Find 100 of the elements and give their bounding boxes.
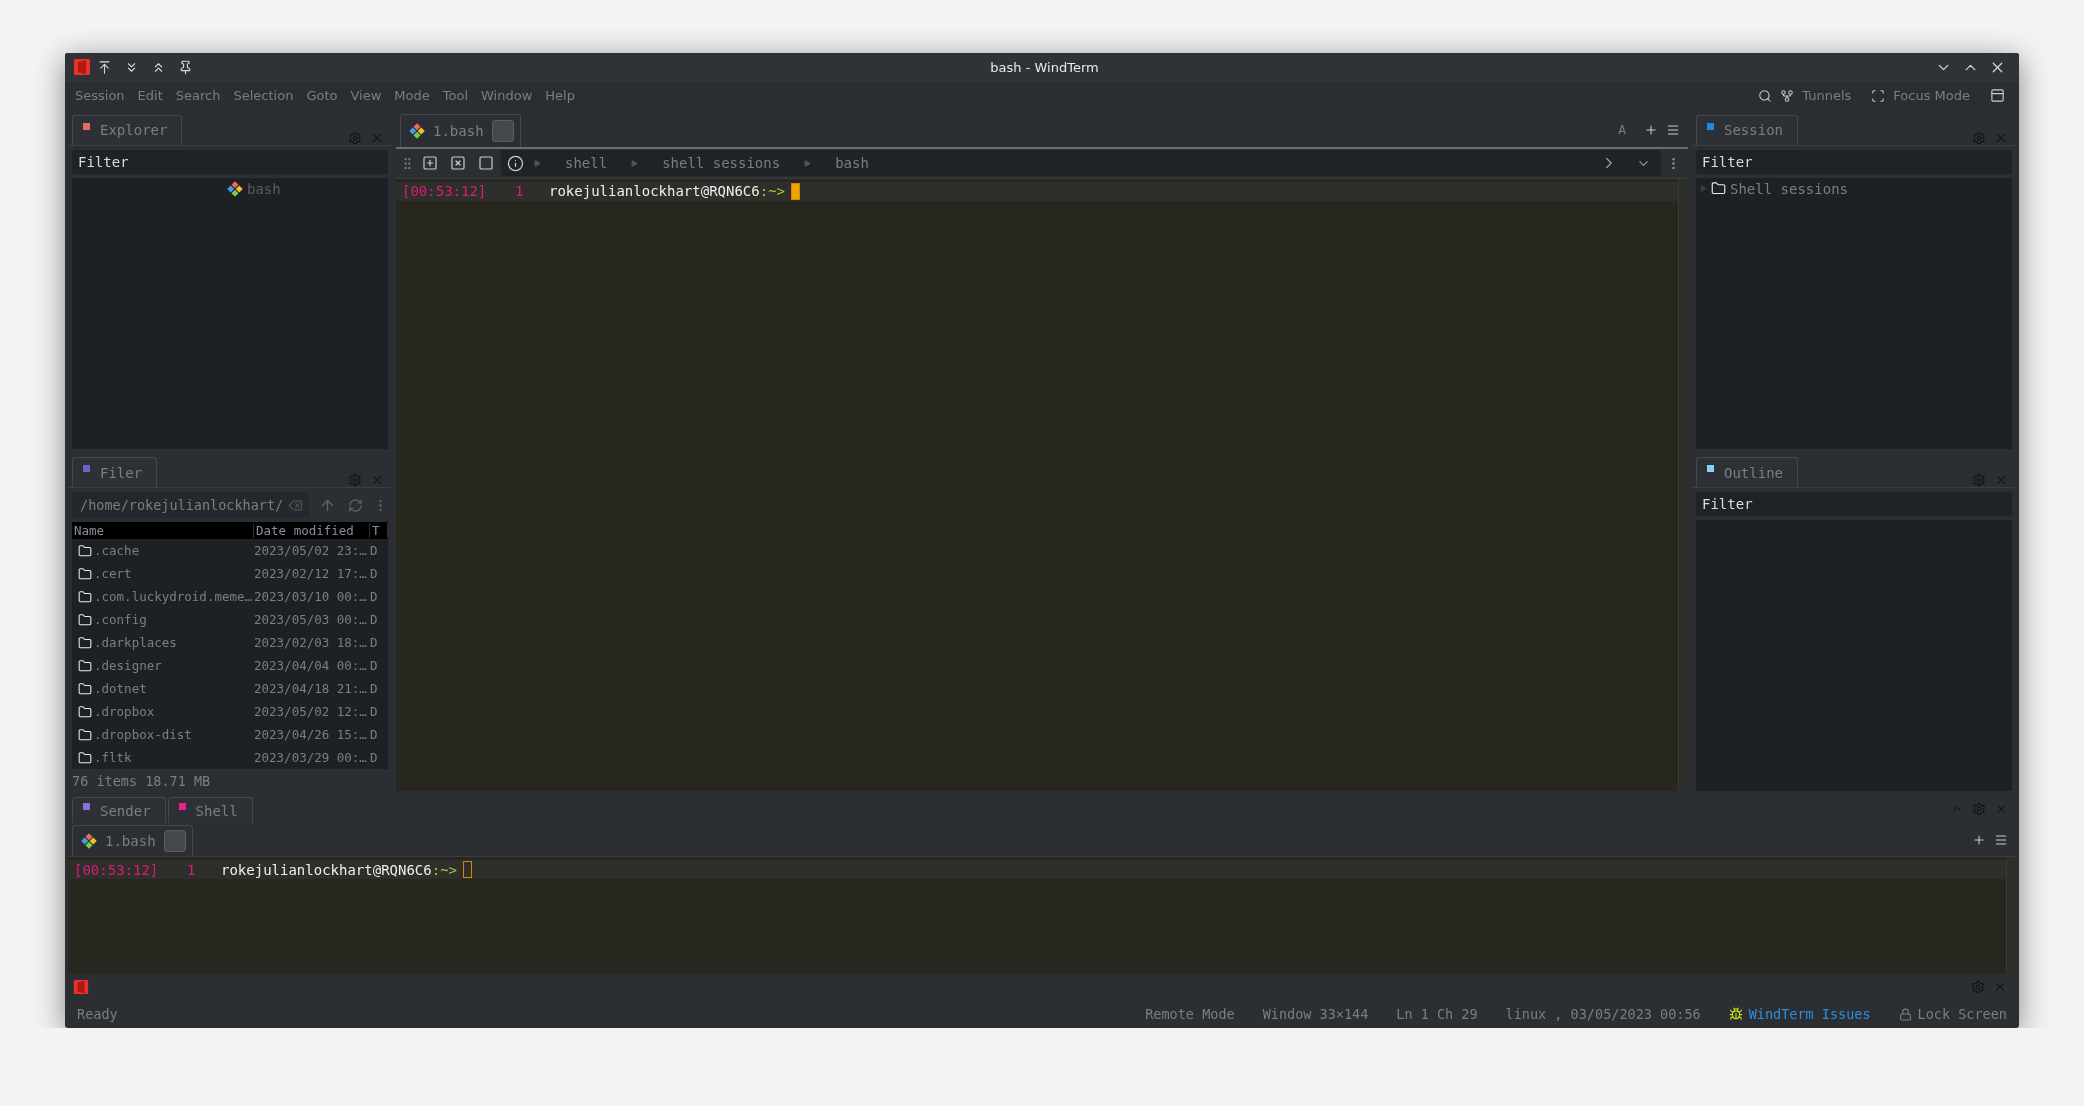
terminal-tab[interactable]: 1.bash <box>72 825 193 857</box>
folder-icon <box>78 727 92 742</box>
type-cell-text: D <box>370 635 379 651</box>
add-icon[interactable] <box>1972 832 1986 847</box>
focus-icon[interactable] <box>1871 88 1886 103</box>
menu-item[interactable]: Help <box>545 88 575 104</box>
close-tab-icon[interactable] <box>450 155 466 172</box>
clear-icon[interactable] <box>288 497 303 513</box>
toolbar-button[interactable]: Focus Mode <box>1893 88 1970 104</box>
separator-icon <box>631 159 639 167</box>
bug-icon <box>1728 1007 1743 1021</box>
add-icon[interactable] <box>1644 122 1658 137</box>
file-name-cell: .cert <box>72 566 254 582</box>
menu-icon[interactable] <box>1666 122 1680 137</box>
filter-field[interactable]: Filter <box>1696 492 2012 517</box>
shell-icon <box>409 122 425 139</box>
layout-icon[interactable] <box>1990 88 2005 104</box>
folder-icon <box>1711 181 1726 197</box>
terminal[interactable]: [00:53:12] 1 rokejulianlockhart@RQN6C6:~> <box>68 857 2016 975</box>
panel-tab[interactable]: Filer <box>72 457 158 488</box>
folder-icon <box>78 635 92 650</box>
date-cell-text: 2023/05/03 00:… <box>254 612 368 628</box>
file-name-cell: .fltk <box>72 750 254 766</box>
file-name-cell: .com.luckydroid.meme… <box>72 589 254 605</box>
folder-icon <box>78 612 92 627</box>
type-cell-text: D <box>370 704 379 720</box>
issues-link[interactable]: WindTerm Issues <box>1728 1006 1871 1022</box>
status-message: Ready <box>77 1006 118 1022</box>
menu-item[interactable]: View <box>350 88 382 104</box>
filter-field[interactable]: Filter <box>1696 149 2012 174</box>
fork-icon[interactable] <box>1780 88 1795 103</box>
lock-icon <box>1898 1007 1912 1021</box>
menu-item[interactable]: Search <box>175 88 221 104</box>
menu-item[interactable]: Edit <box>137 88 163 104</box>
tree-item[interactable]: Shell sessions <box>1696 177 2012 200</box>
date-cell-text: 2023/05/02 12:… <box>254 704 368 720</box>
column-header[interactable]: T <box>370 523 388 539</box>
column-header[interactable]: Name <box>72 523 254 539</box>
column-header[interactable]: Date modified <box>254 523 370 539</box>
shell-icon <box>81 833 97 850</box>
breadcrumb-item[interactable]: shell <box>565 155 608 172</box>
date-cell-text: 2023/04/18 21:… <box>254 681 368 697</box>
type-cell-text: D <box>370 543 379 559</box>
file-name-cell: .darkplaces <box>72 635 254 651</box>
menu-item[interactable]: Goto <box>306 88 338 104</box>
type-cell-text: D <box>370 727 379 743</box>
refresh-icon[interactable] <box>348 497 363 513</box>
collapse-icon[interactable] <box>97 60 112 75</box>
lock-screen-button[interactable]: Lock Screen <box>1898 1006 2007 1022</box>
menu-item[interactable]: Tool <box>442 88 468 104</box>
type-cell-text: D <box>370 612 379 628</box>
menu-item[interactable]: Window <box>481 88 533 104</box>
status-item: Window 33×144 <box>1262 1006 1369 1022</box>
date-cell-text: 2023/03/29 00:… <box>254 750 368 766</box>
status-item: Remote Mode <box>1145 1006 1235 1022</box>
new-tab-icon[interactable] <box>422 155 438 172</box>
menu-item[interactable]: Mode <box>394 88 430 104</box>
filter-field[interactable]: Filter <box>72 149 388 174</box>
panel-tab[interactable]: Explorer <box>72 114 183 145</box>
terminal[interactable]: [00:53:12] 1 rokejulianlockhart@RQN6C6:~> <box>396 178 1688 792</box>
breadcrumb-item[interactable]: shell sessions <box>662 155 781 172</box>
menu-item[interactable]: Selection <box>233 88 294 104</box>
panel-tab[interactable]: Session <box>1696 114 1798 145</box>
search-icon[interactable] <box>1758 88 1773 103</box>
date-cell-text: 2023/02/03 18:… <box>254 635 368 651</box>
date-cell-text: 2023/05/02 23:… <box>254 543 368 559</box>
file-name-cell: .cache <box>72 543 254 559</box>
status-item: Ln 1 Ch 29 <box>1396 1006 1478 1022</box>
folder-icon <box>78 589 92 604</box>
folder-icon <box>78 566 92 581</box>
info-icon[interactable] <box>507 154 524 172</box>
scrollbar[interactable] <box>1678 178 1688 792</box>
folder-icon <box>78 750 92 765</box>
pin-icon[interactable] <box>178 60 193 75</box>
shell-icon <box>227 180 243 197</box>
file-name-cell: .designer <box>72 658 254 674</box>
file-name-cell: .dropbox <box>72 704 254 720</box>
status-item: linux , 03/05/2023 00:56 <box>1505 1006 1701 1022</box>
menu-icon[interactable] <box>1994 832 2008 847</box>
file-name-cell: .config <box>72 612 254 628</box>
scrollbar[interactable] <box>2006 857 2016 975</box>
filer-summary: 76 items 18.71 MB <box>71 772 212 792</box>
path-field[interactable]: /home/rokejulianlockhart/ <box>72 492 309 519</box>
menu-item[interactable]: Session <box>75 88 125 104</box>
folder-icon <box>78 543 92 558</box>
app-logo-icon <box>73 979 89 996</box>
file-name-cell: .dotnet <box>72 681 254 697</box>
tree-item[interactable]: bash <box>72 177 388 200</box>
terminal-tab[interactable]: 1.bash <box>400 113 521 147</box>
type-cell-text: D <box>370 681 379 697</box>
breadcrumb-item[interactable]: bash <box>835 155 869 172</box>
toolbar-button[interactable]: Tunnels <box>1802 88 1852 104</box>
panel-tab[interactable]: Sender <box>72 797 166 824</box>
type-cell-text: D <box>370 750 379 766</box>
folder-icon <box>78 704 92 719</box>
file-name-cell: .dropbox-dist <box>72 727 254 743</box>
app-logo-icon <box>73 58 91 77</box>
panel-tab[interactable]: Outline <box>1696 457 1798 488</box>
panel-tab[interactable]: Shell <box>167 797 253 824</box>
square-icon[interactable] <box>478 155 494 172</box>
